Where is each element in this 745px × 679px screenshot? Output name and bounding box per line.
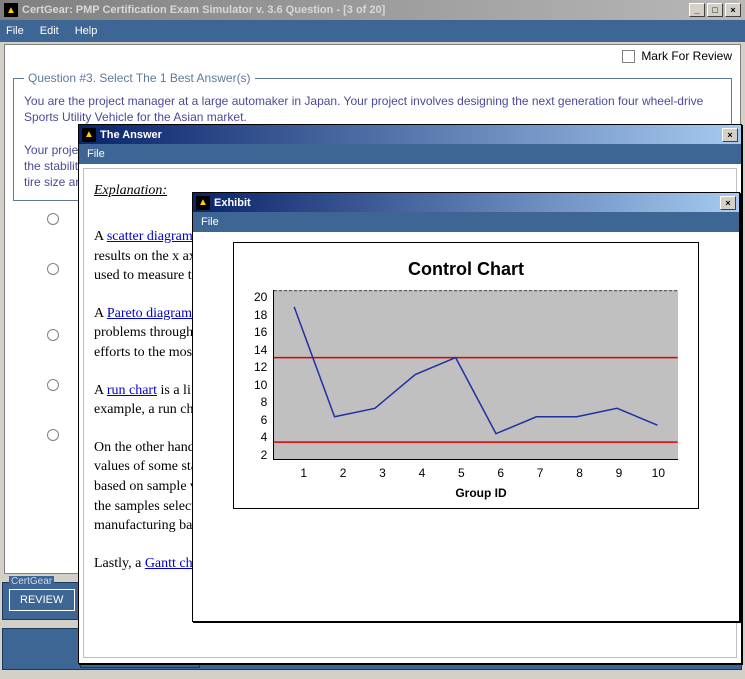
p4-a: On the other hand,	[94, 440, 198, 455]
p4-e: manufacturing batc	[94, 518, 202, 533]
p4-d: the samples selecte	[94, 499, 201, 514]
answer-app-icon: ▲	[82, 128, 96, 142]
p3-post: example, a run cha	[94, 402, 200, 417]
x-tick: 9	[599, 466, 638, 480]
y-tick: 10	[254, 378, 267, 392]
answer-close-button[interactable]: ×	[722, 128, 738, 142]
p2-b: efforts to the most	[94, 345, 196, 360]
mark-review-label: Mark For Review	[641, 49, 732, 63]
answer-title: The Answer	[100, 129, 162, 141]
exhibit-title: Exhibit	[214, 197, 251, 209]
exhibit-menu-file[interactable]: File	[201, 216, 219, 228]
app-icon: ▲	[4, 3, 18, 17]
menu-help[interactable]: Help	[75, 25, 98, 37]
x-tick: 5	[442, 466, 481, 480]
question-p3: the stability	[24, 159, 84, 173]
x-tick: 3	[363, 466, 402, 480]
question-legend: Question #3. Select The 1 Best Answer(s)	[24, 71, 255, 85]
x-axis: 12345678910	[284, 462, 678, 480]
mark-review-row: Mark For Review	[5, 45, 740, 67]
exhibit-close-button[interactable]: ×	[720, 196, 736, 210]
question-p1: You are the project manager at a large a…	[24, 94, 703, 124]
minimize-button[interactable]: _	[689, 3, 705, 17]
x-tick: 8	[560, 466, 599, 480]
answer-menubar: File	[79, 144, 741, 164]
p2-pre: A	[94, 306, 107, 321]
plot-area	[273, 290, 678, 460]
y-tick: 12	[254, 360, 267, 374]
chart-svg	[274, 290, 678, 459]
x-label: Group ID	[284, 486, 678, 500]
gantt-chart-link[interactable]: Gantt ch	[145, 556, 193, 571]
y-tick: 6	[261, 413, 268, 427]
answer-radio-3[interactable]	[47, 329, 59, 341]
run-chart-link[interactable]: run chart	[107, 383, 157, 398]
chart-box: Control Chart 2018161412108642 123456789…	[233, 242, 699, 509]
menu-edit[interactable]: Edit	[40, 25, 59, 37]
scatter-diagram-link[interactable]: scatter diagram	[107, 229, 193, 244]
x-tick: 10	[639, 466, 678, 480]
maximize-button[interactable]: □	[707, 3, 723, 17]
p1-a: results on the x ax	[94, 249, 196, 264]
x-tick: 1	[284, 466, 323, 480]
exhibit-window: ▲ Exhibit × File Control Chart 201816141…	[192, 192, 740, 622]
explanation-label: Explanation:	[94, 183, 167, 198]
chart-title: Control Chart	[254, 253, 678, 290]
p3-mid: is a li	[161, 383, 191, 398]
x-tick: 2	[323, 466, 362, 480]
y-tick: 18	[254, 308, 267, 322]
main-titlebar[interactable]: ▲ CertGear: PMP Certification Exam Simul…	[0, 0, 745, 20]
answer-radio-5[interactable]	[47, 429, 59, 441]
answer-radio-4[interactable]	[47, 379, 59, 391]
exhibit-titlebar[interactable]: ▲ Exhibit ×	[193, 193, 739, 212]
answer-radio-2[interactable]	[47, 263, 59, 275]
p5-pre: Lastly, a	[94, 556, 145, 571]
close-button[interactable]: ×	[725, 3, 741, 17]
pareto-diagram-link[interactable]: Pareto diagram	[107, 306, 192, 321]
p1-b: used to measure th	[94, 268, 199, 283]
menu-file[interactable]: File	[6, 25, 24, 37]
certgear-label-1: CertGear	[9, 576, 54, 587]
p4-c: based on sample va	[94, 479, 203, 494]
p3-pre: A	[94, 383, 107, 398]
y-axis: 20 18 16 14 12 10 8 6 4 2	[254, 290, 273, 462]
answer-titlebar[interactable]: ▲ The Answer ×	[79, 125, 741, 144]
p4-b: values of some sta	[94, 459, 197, 474]
mark-review-checkbox[interactable]	[622, 50, 635, 63]
y-tick: 4	[261, 430, 268, 444]
answer-radio-1[interactable]	[47, 213, 59, 225]
review-button[interactable]: REVIEW	[9, 589, 75, 611]
y-tick: 20	[254, 290, 267, 304]
answer-menu-file[interactable]: File	[87, 148, 105, 160]
main-title: CertGear: PMP Certification Exam Simulat…	[22, 4, 385, 16]
exhibit-menubar: File	[193, 212, 739, 232]
y-tick: 2	[261, 448, 268, 462]
y-tick: 14	[254, 343, 267, 357]
y-tick: 8	[261, 395, 268, 409]
x-tick: 7	[520, 466, 559, 480]
p1-pre: A	[94, 229, 107, 244]
x-tick: 6	[481, 466, 520, 480]
review-bar: CertGear REVIEW	[2, 582, 82, 620]
p2-a: problems through	[94, 325, 193, 340]
main-menubar: File Edit Help	[0, 20, 745, 42]
y-tick: 16	[254, 325, 267, 339]
exhibit-app-icon: ▲	[196, 196, 210, 210]
x-tick: 4	[402, 466, 441, 480]
